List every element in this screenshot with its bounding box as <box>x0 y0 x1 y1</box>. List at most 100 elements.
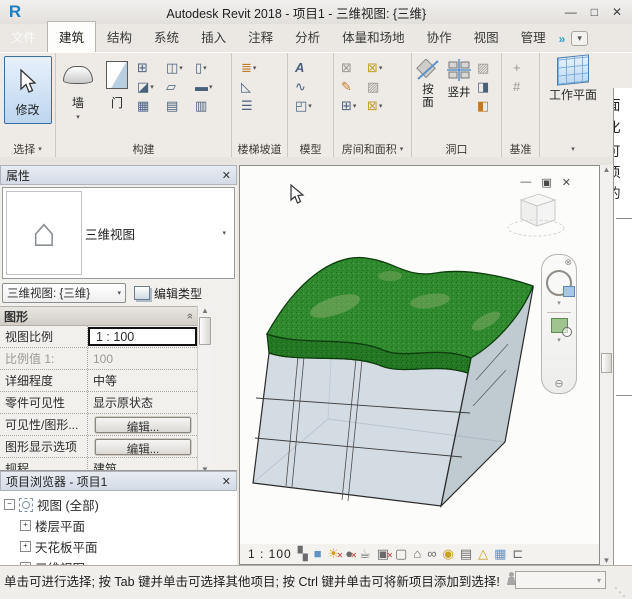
shadows-icon[interactable]: ●✕ <box>345 547 353 561</box>
tab-collaborate[interactable]: 协作 <box>416 22 463 52</box>
column-button[interactable]: ▯▾ <box>195 58 224 77</box>
combobox-dropdown-icon[interactable]: ▾ <box>597 576 601 585</box>
room-separator-button[interactable]: ✎ <box>341 77 367 96</box>
tab-systems[interactable]: 系统 <box>143 22 190 52</box>
parts-visibility-value[interactable]: 显示原状态 <box>88 392 197 413</box>
vertical-opening-button[interactable]: ◨ <box>477 77 489 96</box>
tab-file[interactable]: 文件 <box>0 22 47 52</box>
tree-node-floor-plans[interactable]: + 楼层平面 <box>4 515 237 536</box>
modify-button[interactable]: 修改 <box>4 56 52 124</box>
type-selector-dropdown-icon[interactable]: ▾ <box>222 229 226 237</box>
view-scale-icon[interactable]: ▚ <box>298 547 308 561</box>
view-cube[interactable] <box>505 188 567 243</box>
reveal-hidden-elements-icon[interactable]: ◉ <box>442 547 453 561</box>
ceiling-button[interactable]: ▱ <box>166 77 195 96</box>
tab-overflow-icon[interactable]: » <box>559 32 566 46</box>
crop-view-icon[interactable]: ▣✕ <box>377 547 389 561</box>
area-button[interactable]: ⊠▾ <box>367 58 393 77</box>
room-button[interactable]: ⊠ <box>341 58 367 77</box>
scroll-thumb[interactable] <box>199 317 211 345</box>
reveal-constraints-icon[interactable]: ⊏ <box>512 547 523 561</box>
panel-select-label[interactable]: 选择▾ <box>0 140 55 157</box>
collapse-node-icon[interactable]: − <box>4 499 15 510</box>
grid-button[interactable]: # <box>513 77 521 96</box>
filter-combobox[interactable]: ▾ <box>515 571 606 589</box>
shaft-button[interactable]: 竖井 <box>444 56 474 100</box>
panel-room-area-label[interactable]: 房间和面积▾ <box>334 140 411 157</box>
ribbon-display-toggle[interactable]: ▾ <box>571 31 588 46</box>
mullion-button[interactable]: ▥ <box>195 96 224 115</box>
view-scale-value[interactable]: 1 : 100 <box>88 327 197 346</box>
temporary-view-properties-icon[interactable]: ▤ <box>460 547 472 561</box>
show-rendering-dialog-icon[interactable]: ☕ <box>359 547 371 561</box>
model-group-button[interactable]: ◰▾ <box>295 96 312 115</box>
expand-node-icon[interactable]: + <box>20 520 31 531</box>
graphic-display-options-edit-button[interactable]: 编辑... <box>95 439 191 455</box>
tab-manage[interactable]: 管理 <box>510 22 557 52</box>
collapse-section-icon[interactable]: » <box>184 313 196 319</box>
properties-scrollbar[interactable]: ▲ ▼ <box>197 306 212 474</box>
crop-region-visibility-icon[interactable]: ▢ <box>395 547 407 561</box>
roof-button[interactable]: ◪▾ <box>137 77 166 96</box>
visual-style-icon[interactable]: ■ <box>314 547 322 561</box>
tab-structure[interactable]: 结构 <box>96 22 143 52</box>
drawing-area[interactable]: — ▣ ✕ <box>239 165 600 565</box>
tab-massing-site[interactable]: 体量和场地 <box>331 22 416 52</box>
maximize-button[interactable]: □ <box>591 5 598 19</box>
scroll-down-icon[interactable]: ▼ <box>603 556 611 565</box>
tab-analyze[interactable]: 分析 <box>284 22 331 52</box>
tag-room-button[interactable]: ⊞▾ <box>341 96 367 115</box>
door-button[interactable]: 门 <box>100 56 134 111</box>
locked-3d-view-icon[interactable]: ⌂ <box>413 547 421 561</box>
properties-close-icon[interactable]: ✕ <box>222 169 231 182</box>
tag-area-button[interactable]: ⊠▾ <box>367 96 393 115</box>
edit-type-button[interactable]: 编辑类型 <box>130 284 206 303</box>
section-graphics[interactable]: 图形 » <box>0 306 197 326</box>
element-selector[interactable]: 三维视图: {三维} ▾ <box>2 283 126 303</box>
element-selector-dropdown-icon[interactable]: ▾ <box>117 289 121 297</box>
work-plane-icon[interactable] <box>557 54 589 85</box>
area-boundary-button[interactable]: ▨ <box>367 77 393 96</box>
work-plane-label[interactable]: 工作平面 <box>549 86 597 103</box>
curtain-system-button[interactable]: ▦ <box>137 96 166 115</box>
temporary-hide-isolate-icon[interactable]: ∞ <box>427 547 436 561</box>
wheel-dropdown-icon[interactable]: ▾ <box>557 299 561 307</box>
component-button[interactable]: ◫▾ <box>166 58 195 77</box>
tab-view[interactable]: 视图 <box>463 22 510 52</box>
scroll-up-icon[interactable]: ▲ <box>201 306 209 315</box>
visibility-graphics-edit-button[interactable]: 编辑... <box>95 417 191 433</box>
sun-path-icon[interactable]: ☀✕ <box>328 547 340 561</box>
scroll-thumb[interactable] <box>601 353 612 373</box>
type-selector[interactable]: ⌂ 三维视图 ▾ <box>2 187 235 279</box>
model-line-button[interactable]: ∿ <box>295 77 312 96</box>
wall-button[interactable]: 墙 ▾ <box>59 56 97 121</box>
highlight-displacement-icon[interactable]: ▦ <box>494 547 506 561</box>
navbar-collapse-icon[interactable]: ⊖ <box>554 377 563 390</box>
close-button[interactable]: ✕ <box>612 5 622 19</box>
ramp-button[interactable]: ◺ <box>241 77 256 96</box>
steering-wheel-icon[interactable] <box>546 270 572 296</box>
curtain-grid-button[interactable]: ▤ <box>166 96 195 115</box>
window-button[interactable]: ⊞ <box>137 58 166 77</box>
zoom-dropdown-icon[interactable]: ▾ <box>557 336 561 344</box>
scroll-up-icon[interactable]: ▲ <box>603 165 611 174</box>
revit-logo-icon[interactable]: R <box>2 1 28 23</box>
dormer-opening-button[interactable]: ◧ <box>477 96 489 115</box>
railing-button[interactable]: ≣▾ <box>241 58 256 77</box>
tab-annotate[interactable]: 注释 <box>237 22 284 52</box>
zoom-tool-icon[interactable] <box>551 318 568 333</box>
show-analytical-model-icon[interactable]: △ <box>478 547 488 561</box>
navbar-close-icon[interactable]: ⊗ <box>564 257 572 268</box>
tree-node-views[interactable]: − 视图 (全部) <box>4 494 237 515</box>
opening-by-face-button[interactable]: 按面 <box>415 56 441 110</box>
resize-grip-icon[interactable]: ⋱ <box>614 585 626 599</box>
expand-node-icon[interactable]: + <box>20 541 31 552</box>
minimize-button[interactable]: — <box>565 5 577 19</box>
stair-button[interactable]: ☰ <box>241 96 256 115</box>
wall-opening-button[interactable]: ▨ <box>477 58 489 77</box>
project-browser-close-icon[interactable]: ✕ <box>222 475 231 488</box>
right-scrollbar[interactable]: ▲ ▼ <box>600 165 613 565</box>
tab-insert[interactable]: 插入 <box>190 22 237 52</box>
tab-architecture[interactable]: 建筑 <box>47 21 96 52</box>
level-button[interactable]: + <box>513 58 521 77</box>
